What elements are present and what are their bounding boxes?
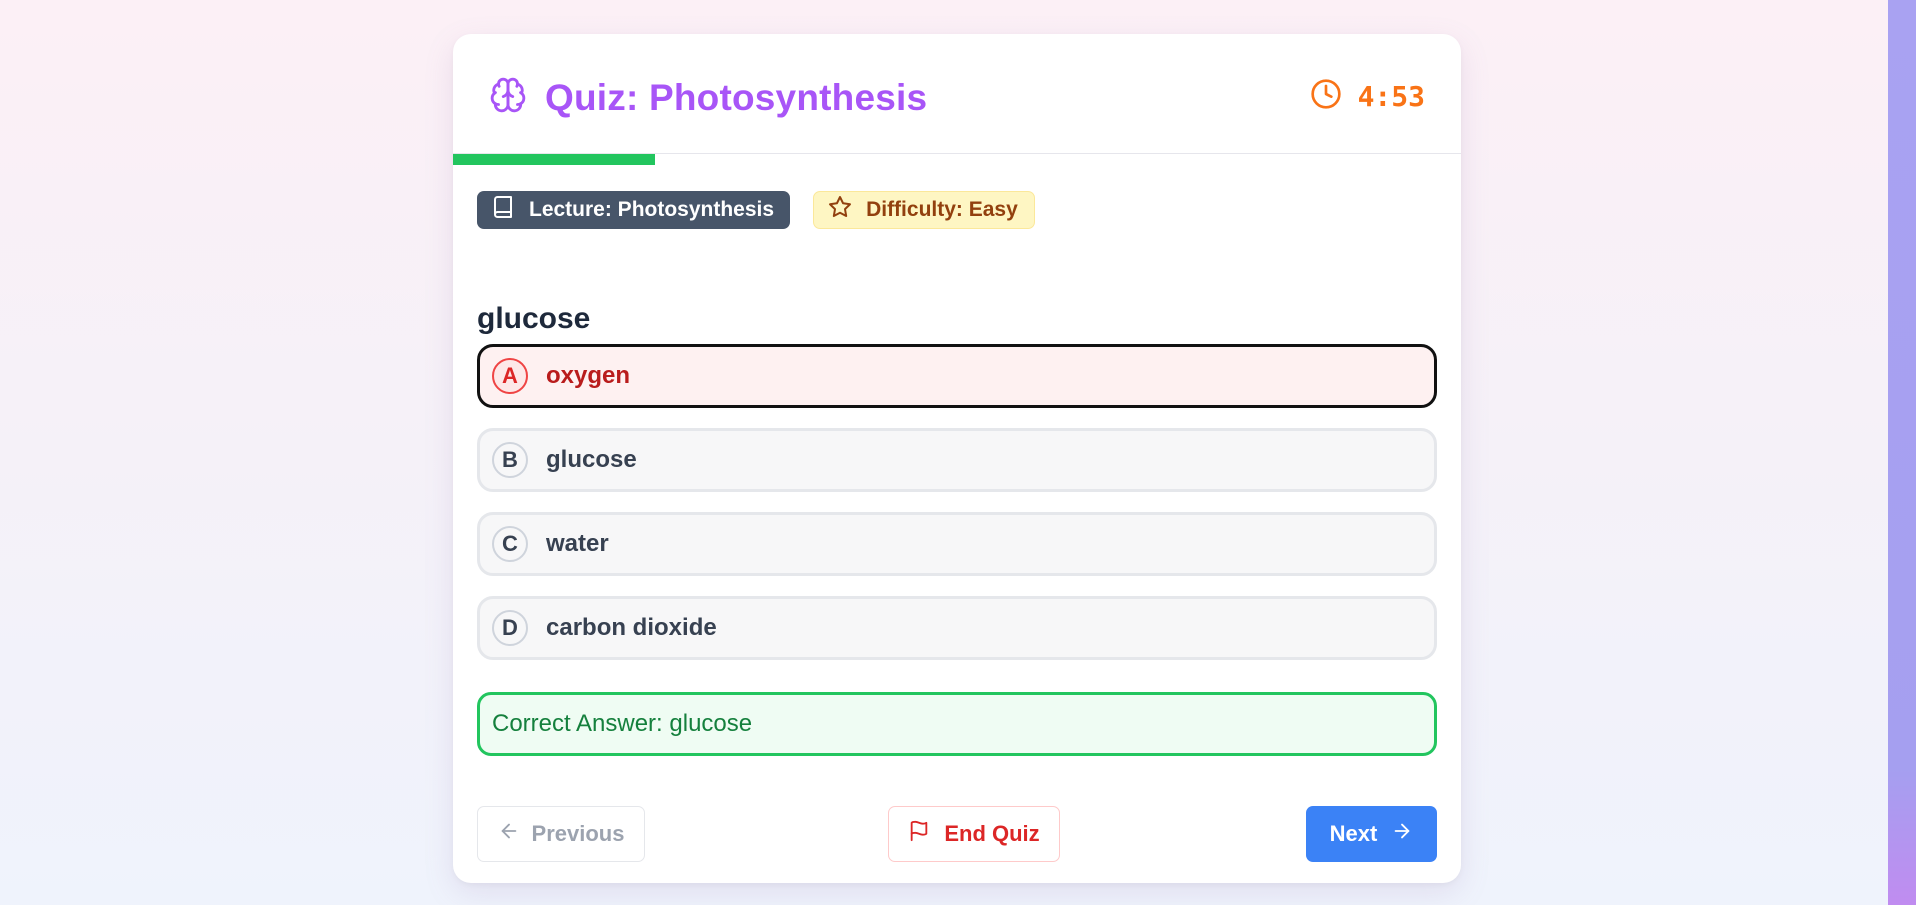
end-quiz-button[interactable]: End Quiz (888, 806, 1060, 862)
previous-button-label: Previous (531, 821, 625, 846)
option-label: oxygen (546, 362, 631, 389)
timer: 4:53 (1310, 78, 1425, 115)
quiz-title: Quiz: Photosynthesis (545, 76, 928, 118)
option-label: carbon dioxide (546, 614, 717, 641)
next-button[interactable]: Next (1306, 806, 1437, 862)
scrollbar-thumb[interactable] (1892, 0, 1912, 905)
previous-button[interactable]: Previous (477, 806, 645, 862)
lecture-tag: Lecture: Photosynthesis (477, 191, 791, 229)
option-letter: D (492, 610, 528, 646)
next-button-label: Next (1329, 821, 1378, 846)
option-letter: C (492, 526, 528, 562)
option-c[interactable]: C water (477, 512, 1437, 576)
option-label: water (546, 530, 609, 557)
title-group: Quiz: Photosynthesis (489, 76, 927, 119)
progress-fill (453, 154, 655, 165)
quiz-header: Quiz: Photosynthesis 4:53 (453, 34, 1461, 154)
tag-list: Lecture: Photosynthesis Difficulty: Easy (477, 191, 1035, 229)
option-label: glucose (546, 446, 637, 473)
option-b[interactable]: B glucose (477, 428, 1437, 492)
brain-icon (489, 76, 527, 119)
quiz-card: Quiz: Photosynthesis 4:53 Lecture: Photo… (453, 34, 1461, 883)
correct-answer-feedback: Correct Answer: glucose (477, 692, 1437, 756)
arrow-left-icon (498, 820, 532, 848)
option-letter: A (492, 358, 528, 394)
scrollbar[interactable] (1888, 0, 1916, 905)
end-quiz-button-label: End Quiz (944, 821, 1040, 846)
option-d[interactable]: D carbon dioxide (477, 596, 1437, 660)
option-a[interactable]: A oxygen (477, 344, 1437, 408)
question-text: glucose (477, 302, 591, 335)
progress-bar (453, 154, 1461, 165)
option-letter: B (492, 442, 528, 478)
book-icon (491, 195, 529, 225)
timer-value: 4:53 (1357, 80, 1425, 113)
lecture-tag-label: Lecture: Photosynthesis (529, 198, 775, 221)
difficulty-tag: Difficulty: Easy (813, 191, 1035, 229)
clock-icon (1310, 78, 1342, 115)
flag-icon (908, 820, 944, 848)
difficulty-tag-label: Difficulty: Easy (866, 198, 1018, 221)
star-icon (828, 195, 866, 225)
arrow-right-icon (1377, 820, 1413, 848)
